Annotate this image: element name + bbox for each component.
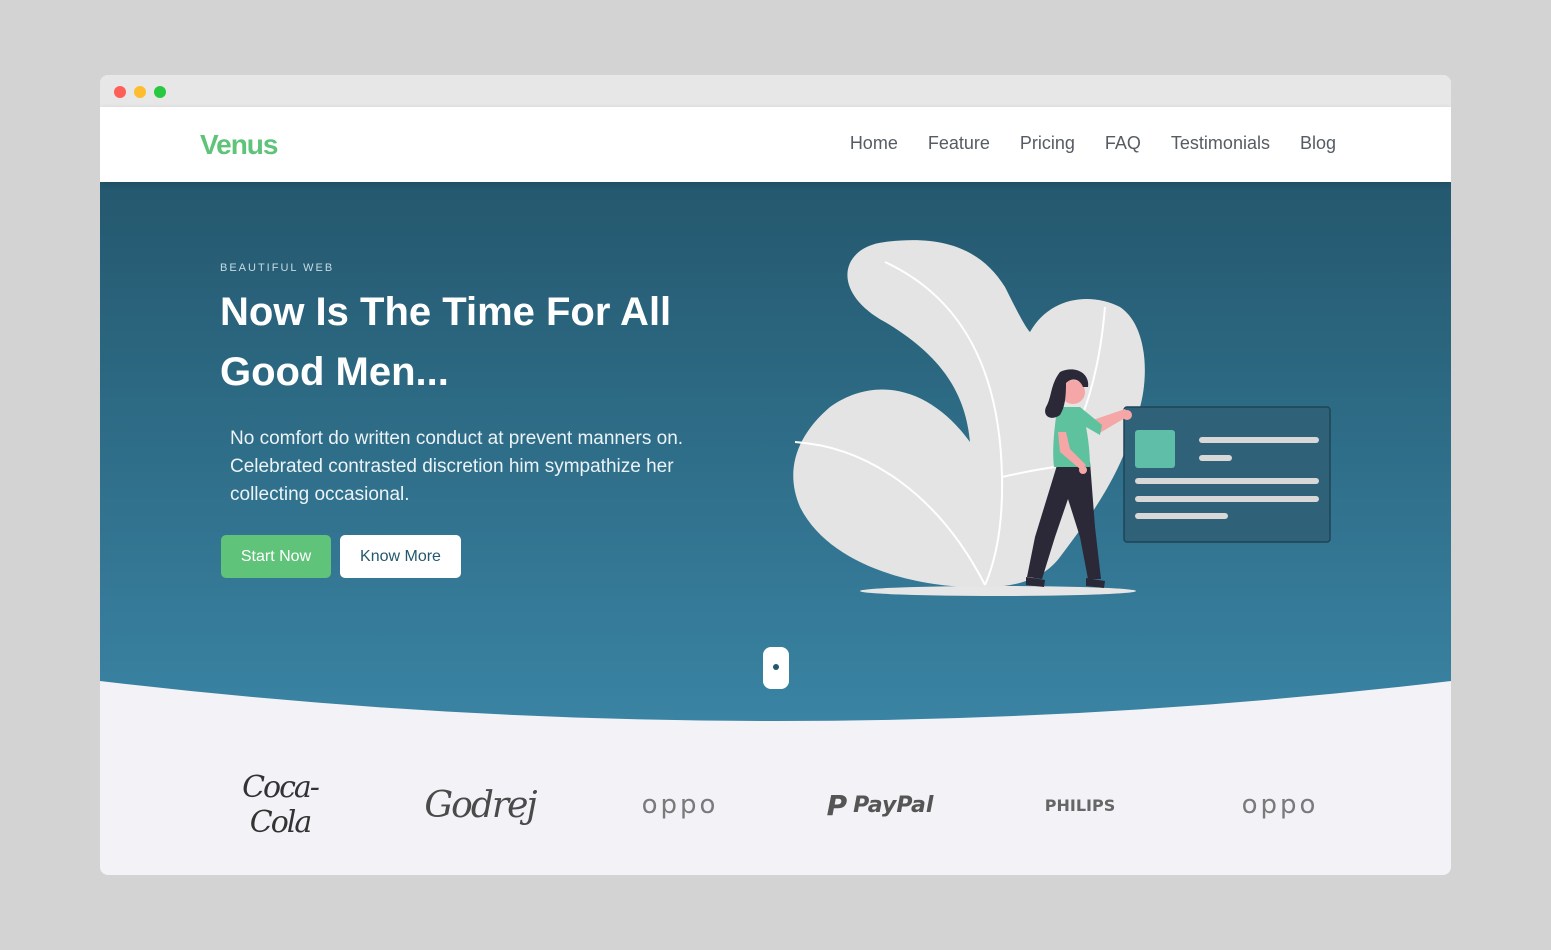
hero-title: Now Is The Time For All Good Men... (220, 290, 672, 394)
brand-logo-philips: PHILIPS (1044, 795, 1116, 815)
brand-logo-paypal-text: PayPal (853, 792, 934, 818)
hero-eyebrow: BEAUTIFUL WEB (220, 262, 335, 274)
site-logo[interactable]: Venus (200, 129, 278, 161)
hero-bottom-curve (100, 681, 1451, 729)
brand-logos-row: Coca-Cola Godrej oppo P PayPal PHILIPS op… (220, 770, 1340, 840)
minimize-window-button[interactable] (134, 86, 146, 98)
nav-link-blog[interactable]: Blog (1300, 133, 1336, 154)
nav-link-home[interactable]: Home (850, 133, 898, 154)
paypal-p-icon: P (826, 788, 848, 822)
site-navbar: Venus Home Feature Pricing FAQ Testimoni… (100, 107, 1451, 182)
know-more-button[interactable]: Know More (340, 535, 461, 578)
close-window-button[interactable] (114, 86, 126, 98)
dashboard-card (1123, 406, 1331, 543)
nav-link-feature[interactable]: Feature (928, 133, 990, 154)
hero-illustration (793, 240, 1331, 596)
ground-shadow (860, 586, 1136, 596)
brand-logo-oppo: oppo (641, 790, 719, 820)
nav-link-faq[interactable]: FAQ (1105, 133, 1141, 154)
brand-logo-coca-cola: Coca-Cola (242, 770, 320, 840)
brand-logo-godrej: Godrej (424, 784, 537, 826)
brand-logo-oppo-2: oppo (1241, 790, 1319, 820)
window-titlebar (100, 75, 1451, 107)
main-navigation: Home Feature Pricing FAQ Testimonials Bl… (850, 133, 1336, 154)
scroll-dot-icon (773, 664, 779, 670)
hero-description: No comfort do written conduct at prevent… (230, 428, 684, 505)
nav-link-pricing[interactable]: Pricing (1020, 133, 1075, 154)
maximize-window-button[interactable] (154, 86, 166, 98)
hero-section: BEAUTIFUL WEB Now Is The Time For All Go… (100, 182, 1451, 729)
nav-link-testimonials[interactable]: Testimonials (1171, 133, 1270, 154)
brand-logo-paypal: P PayPal (820, 789, 940, 822)
browser-window: Venus Home Feature Pricing FAQ Testimoni… (100, 75, 1451, 875)
card-avatar-square (1135, 430, 1175, 468)
start-now-button[interactable]: Start Now (221, 535, 331, 578)
